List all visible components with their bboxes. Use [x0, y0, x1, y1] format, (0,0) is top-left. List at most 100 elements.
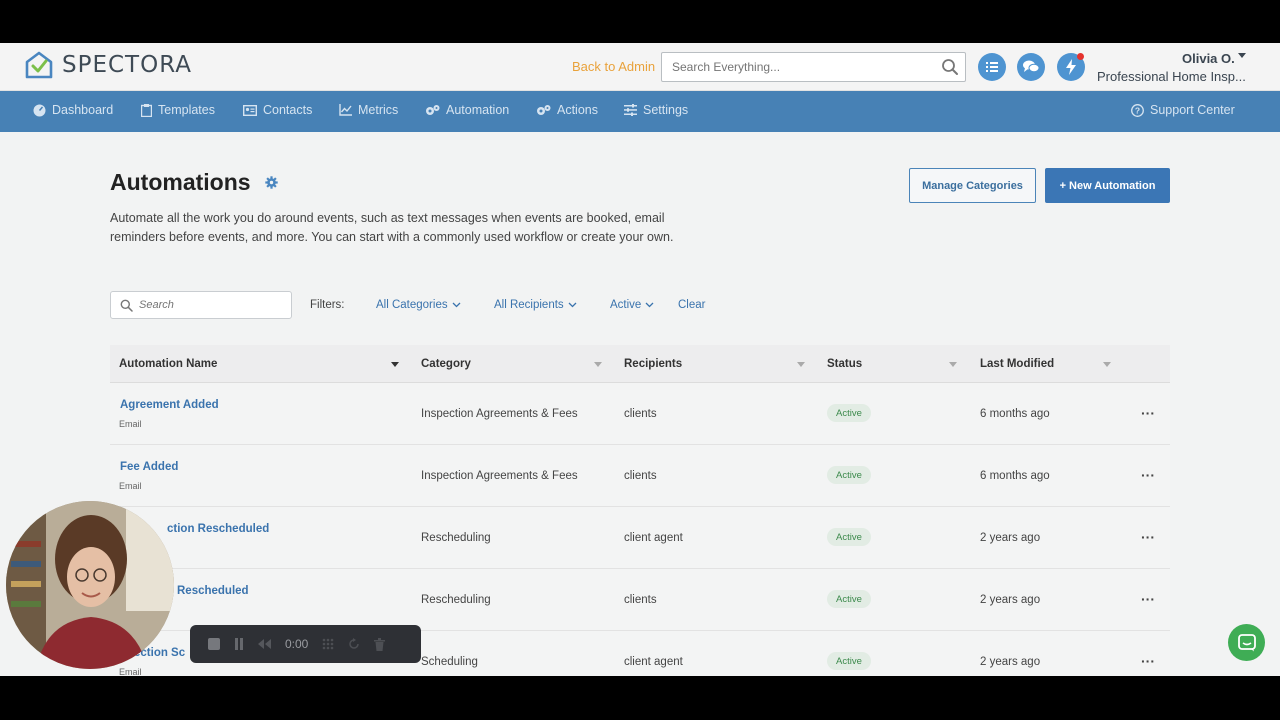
- automation-name-link[interactable]: Fee Added: [120, 461, 178, 473]
- automation-name-link[interactable]: Agreement Added: [120, 399, 219, 411]
- automation-recipients: clients: [624, 594, 657, 606]
- spectora-logo[interactable]: SPECTORA: [24, 50, 192, 80]
- user-menu-caret-icon[interactable]: [1238, 53, 1246, 58]
- svg-text:?: ?: [1135, 105, 1140, 115]
- global-search-input[interactable]: [662, 53, 922, 81]
- gears-icon: [537, 104, 551, 115]
- automation-name-link[interactable]: Rescheduled: [177, 585, 249, 597]
- nav-contacts-label: Contacts: [263, 103, 313, 117]
- user-company[interactable]: Professional Home Insp...: [1097, 69, 1246, 84]
- automation-category: Rescheduling: [421, 594, 491, 606]
- gear-icon[interactable]: [265, 176, 278, 189]
- filter-recipients-dropdown[interactable]: All Recipients: [494, 299, 577, 311]
- nav-templates-label: Templates: [158, 103, 215, 117]
- clear-filters-link[interactable]: Clear: [678, 299, 705, 311]
- recording-timer: 0:00: [285, 637, 309, 651]
- help-circle-icon: ?: [1131, 103, 1144, 117]
- automation-search[interactable]: [110, 291, 292, 319]
- nav-automation[interactable]: Automation: [425, 103, 509, 117]
- lightning-icon: [1066, 59, 1076, 75]
- sort-caret-icon[interactable]: [949, 362, 957, 367]
- user-name[interactable]: Olivia O.: [1182, 51, 1235, 66]
- grid-icon[interactable]: [322, 638, 334, 650]
- sort-active-caret-icon[interactable]: [391, 362, 399, 367]
- filter-status-dropdown[interactable]: Active: [610, 299, 654, 311]
- line-chart-icon: [339, 104, 352, 116]
- chevron-down-icon: [645, 302, 654, 308]
- list-button[interactable]: [978, 53, 1006, 81]
- row-more-options-icon[interactable]: ···: [1141, 405, 1155, 421]
- nav-templates[interactable]: Templates: [141, 103, 215, 117]
- col-automation-name[interactable]: Automation Name: [119, 358, 217, 370]
- filter-categories-label: All Categories: [376, 299, 448, 311]
- recording-toolbar: 0:00: [190, 625, 421, 663]
- automation-last-modified: 6 months ago: [980, 470, 1050, 482]
- rewind-icon[interactable]: [258, 639, 271, 649]
- automation-last-modified: 2 years ago: [980, 532, 1041, 544]
- col-recipients[interactable]: Recipients: [624, 358, 682, 370]
- table-row[interactable]: Rescheduled Rescheduling clients Active …: [110, 569, 1170, 631]
- chevron-down-icon: [568, 302, 577, 308]
- chat-button[interactable]: [1017, 53, 1045, 81]
- automation-type: Email: [119, 419, 142, 429]
- nav-actions[interactable]: Actions: [536, 103, 598, 117]
- nav-support-center[interactable]: ? Support Center: [1131, 103, 1235, 117]
- automation-recipients: client agent: [624, 532, 683, 544]
- filter-categories-dropdown[interactable]: All Categories: [376, 299, 461, 311]
- search-icon[interactable]: [941, 58, 959, 76]
- back-to-admin-link[interactable]: Back to Admin: [572, 59, 655, 74]
- nav-contacts[interactable]: Contacts: [243, 103, 312, 117]
- automation-name-link[interactable]: ction Rescheduled: [167, 523, 269, 535]
- row-more-options-icon[interactable]: ···: [1141, 591, 1155, 607]
- nav-automation-label: Automation: [446, 103, 510, 117]
- row-more-options-icon[interactable]: ···: [1141, 529, 1155, 545]
- new-automation-button[interactable]: + New Automation: [1045, 168, 1170, 203]
- logo-text: SPECTORA: [62, 52, 192, 78]
- row-more-options-icon[interactable]: ···: [1141, 653, 1155, 669]
- status-badge: Active: [827, 652, 871, 670]
- col-status[interactable]: Status: [827, 358, 862, 370]
- row-more-options-icon[interactable]: ···: [1141, 467, 1155, 483]
- automation-last-modified: 2 years ago: [980, 594, 1041, 606]
- automation-last-modified: 2 years ago: [980, 656, 1041, 668]
- pause-icon[interactable]: [234, 638, 244, 650]
- automation-category: Scheduling: [421, 656, 478, 668]
- nav-support-label: Support Center: [1150, 103, 1235, 117]
- stop-icon[interactable]: [208, 638, 220, 650]
- support-chat-button[interactable]: [1228, 624, 1265, 661]
- nav-settings[interactable]: Settings: [624, 103, 688, 117]
- table-row[interactable]: Fee Added Email Inspection Agreements & …: [110, 445, 1170, 507]
- col-category[interactable]: Category: [421, 358, 471, 370]
- nav-dashboard[interactable]: Dashboard: [33, 103, 113, 117]
- contact-card-icon: [243, 104, 257, 116]
- status-badge: Active: [827, 404, 871, 422]
- sort-caret-icon[interactable]: [797, 362, 805, 367]
- col-last-modified[interactable]: Last Modified: [980, 358, 1054, 370]
- nav-metrics-label: Metrics: [358, 103, 399, 117]
- nav-metrics[interactable]: Metrics: [339, 103, 398, 117]
- manage-categories-button[interactable]: Manage Categories: [909, 168, 1036, 203]
- automation-category: Inspection Agreements & Fees: [421, 470, 578, 482]
- automation-recipients: clients: [624, 408, 657, 420]
- webcam-overlay[interactable]: [6, 501, 174, 669]
- table-row[interactable]: Agreement Added Email Inspection Agreeme…: [110, 383, 1170, 445]
- notifications-button[interactable]: [1057, 53, 1085, 81]
- table-row[interactable]: ction Rescheduled Rescheduling client ag…: [110, 507, 1170, 569]
- presenter-video-image: [6, 501, 174, 669]
- automation-category: Rescheduling: [421, 532, 491, 544]
- sliders-icon: [624, 104, 637, 116]
- automation-type: Email: [119, 481, 142, 491]
- status-badge: Active: [827, 528, 871, 546]
- chevron-down-icon: [452, 302, 461, 308]
- chat-bubbles-icon: [1023, 60, 1040, 73]
- trash-icon[interactable]: [374, 637, 386, 651]
- page-title: Automations: [110, 169, 251, 195]
- gears-icon: [426, 104, 440, 115]
- restart-icon[interactable]: [348, 638, 360, 650]
- sort-caret-icon[interactable]: [1103, 362, 1111, 367]
- list-icon: [986, 62, 998, 72]
- automation-search-input[interactable]: [139, 292, 289, 318]
- sort-caret-icon[interactable]: [594, 362, 602, 367]
- global-search[interactable]: [661, 52, 966, 82]
- automation-recipients: client agent: [624, 656, 683, 668]
